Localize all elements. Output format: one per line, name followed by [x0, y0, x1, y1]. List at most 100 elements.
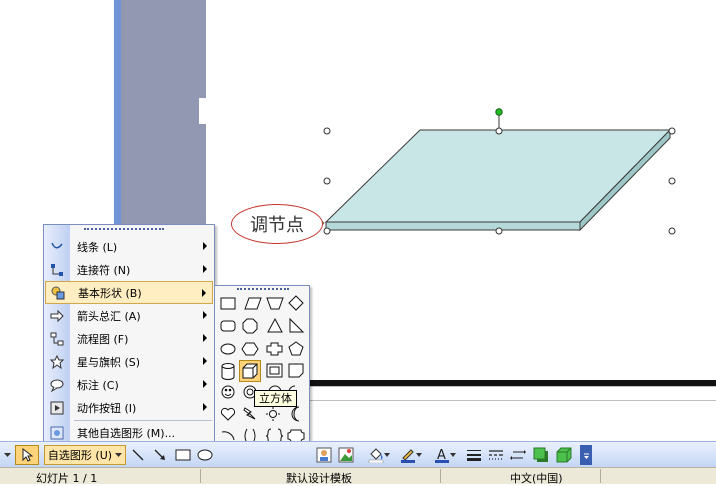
font-color-button[interactable]: A	[430, 445, 460, 465]
menu-label: 动作按钮 (I)	[77, 401, 137, 415]
trapezoid-shape-icon	[266, 297, 284, 310]
pentagon-shape-icon	[288, 341, 304, 356]
line-icon	[45, 235, 69, 258]
callout-text: 调节点	[250, 215, 304, 236]
chevron-down-icon	[115, 453, 123, 457]
status-separator	[440, 469, 441, 483]
lightning-shape-icon	[243, 407, 256, 420]
fill-color-button[interactable]	[364, 445, 394, 465]
3d-style-button[interactable]	[554, 445, 574, 465]
menu-item-stars-banners[interactable]: 星与旗帜 (S)	[45, 350, 213, 373]
dash-style-button[interactable]	[486, 445, 506, 465]
line-style-button[interactable]	[464, 445, 484, 465]
shape-tooltip: 立方体	[254, 390, 297, 407]
submenu-arrow-icon	[203, 403, 207, 411]
callouts-icon	[45, 373, 69, 396]
shadow-style-button[interactable]	[531, 445, 551, 465]
autoshapes-menu: 线条 (L) 连接符 (N) 基本形状 (B) 箭头总汇 (A) 流程图 (F)…	[43, 224, 215, 442]
sun-shape-icon	[266, 407, 280, 421]
rectangle-shape-icon	[220, 297, 236, 310]
toolbar-options-button[interactable]	[580, 445, 592, 465]
cube-shape-option[interactable]	[239, 360, 261, 382]
line-tool-button[interactable]	[128, 445, 148, 465]
pointer-arrow-icon	[22, 448, 33, 462]
autoshapes-button[interactable]: 自选图形 (U)	[44, 445, 126, 465]
can-shape-icon	[221, 363, 235, 380]
submenu-arrow-icon	[203, 242, 207, 250]
arc-shape-icon	[221, 431, 235, 441]
frame-shape-icon	[266, 363, 283, 378]
rectangle-tool-button[interactable]	[173, 445, 193, 465]
heart-shape-icon	[220, 407, 236, 421]
line-tool-icon	[132, 449, 144, 461]
3d-style-icon	[556, 447, 572, 463]
chevron-down-icon	[384, 453, 390, 457]
notes-divider	[310, 400, 716, 401]
submenu-arrow-icon	[203, 311, 207, 319]
cube-shape[interactable]	[318, 104, 688, 244]
menu-label: 连接符 (N)	[77, 263, 131, 277]
dash-style-icon	[489, 450, 503, 460]
arrow-tool-icon	[154, 449, 165, 460]
autoshapes-label: 自选图形 (U)	[47, 449, 113, 462]
toolbar-dropdown-arrow[interactable]	[2, 445, 12, 465]
octagon-shape-icon	[242, 318, 258, 334]
action-buttons-icon	[45, 396, 69, 419]
hexagon-shape-icon	[241, 342, 259, 356]
menu-item-basic-shapes[interactable]: 基本形状 (B)	[45, 281, 213, 304]
menu-item-flowchart[interactable]: 流程图 (F)	[45, 327, 213, 350]
menu-label: 基本形状 (B)	[78, 286, 142, 300]
submenu-arrow-icon	[203, 357, 207, 365]
menu-label: 箭头总汇 (A)	[77, 309, 141, 323]
rectangle-tool-icon	[175, 449, 191, 461]
moon-shape-icon	[291, 406, 300, 422]
rotation-handle	[495, 108, 503, 116]
menu-grip[interactable]	[84, 228, 164, 231]
diamond-shape-icon	[288, 295, 304, 311]
submenu-arrow-icon	[202, 289, 206, 297]
cross-shape-icon	[266, 342, 283, 356]
arrow-style-button[interactable]	[508, 445, 528, 465]
select-objects-button[interactable]	[15, 445, 39, 465]
submenu-arrow-icon	[203, 265, 207, 273]
menu-item-action-buttons[interactable]: 动作按钮 (I)	[45, 396, 213, 419]
menu-item-connectors[interactable]: 连接符 (N)	[45, 258, 213, 281]
status-separator	[200, 469, 201, 483]
triangle-shape-icon	[267, 317, 283, 333]
submenu-arrow-icon	[203, 334, 207, 342]
parallelogram-shape-icon	[244, 297, 262, 310]
menu-label: 其他自选图形 (M)...	[77, 426, 176, 440]
arrow-tool-button[interactable]	[150, 445, 170, 465]
toolbar-options-icon	[583, 453, 589, 459]
stars-banners-icon	[45, 350, 69, 373]
drawing-toolbar: 自选图形 (U) A	[0, 441, 716, 467]
flowchart-icon	[45, 327, 69, 350]
insert-picture-button[interactable]	[336, 445, 356, 465]
submenu-arrow-icon	[203, 380, 207, 388]
clipart-icon	[316, 447, 332, 463]
folded-corner-shape-icon	[288, 363, 304, 378]
menu-item-block-arrows[interactable]: 箭头总汇 (A)	[45, 304, 213, 327]
picture-icon	[338, 447, 354, 463]
menu-label: 线条 (L)	[77, 240, 118, 254]
menu-label: 星与旗帜 (S)	[77, 355, 141, 369]
pen-icon	[401, 449, 415, 463]
status-bar: 幻灯片 1 / 1 默认设计模板 中文(中国)	[0, 467, 716, 485]
oval-shape-icon	[220, 343, 236, 355]
shadow-icon	[533, 447, 548, 462]
menu-label: 标注 (C)	[77, 378, 119, 392]
line-color-button[interactable]	[396, 445, 426, 465]
chevron-down-icon	[450, 453, 456, 457]
line-style-icon	[467, 450, 481, 461]
oval-tool-button[interactable]	[196, 445, 214, 465]
menu-item-callouts[interactable]: 标注 (C)	[45, 373, 213, 396]
arrow-style-icon	[510, 450, 526, 460]
menu-item-lines[interactable]: 线条 (L)	[45, 235, 213, 258]
paint-bucket-icon	[368, 448, 384, 463]
menu-label: 流程图 (F)	[77, 332, 129, 346]
cube-icon	[242, 363, 258, 379]
callout-ellipse: 调节点	[231, 204, 323, 244]
connector-icon	[45, 258, 69, 281]
insert-clipart-button[interactable]	[314, 445, 334, 465]
smiley-shape-icon	[221, 385, 235, 399]
